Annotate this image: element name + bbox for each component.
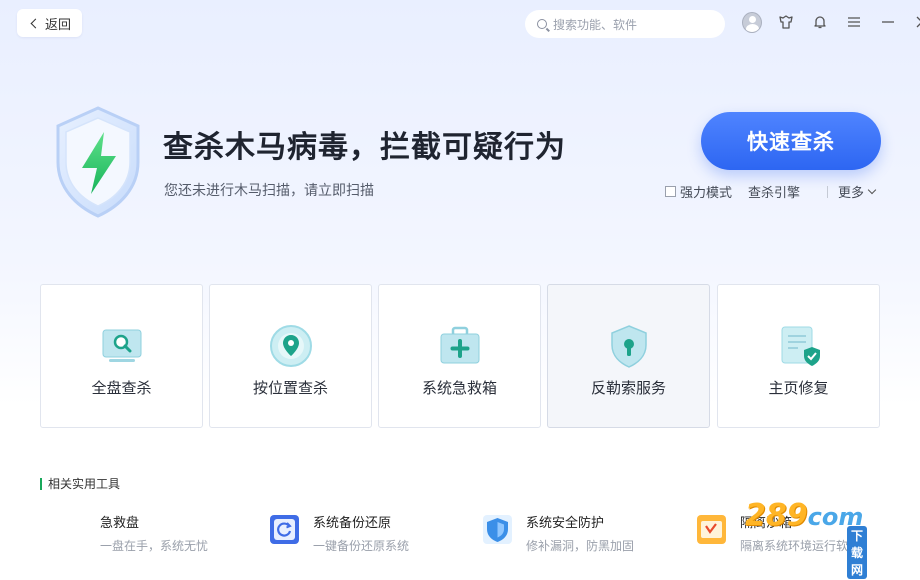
quick-scan-button[interactable]: 快速查杀: [701, 112, 881, 170]
tool-desc: 修补漏洞，防黑加固: [526, 539, 635, 553]
watermark-site-name: 下载网: [847, 526, 868, 579]
notification-button[interactable]: [810, 12, 830, 32]
search-placeholder: 搜索功能、软件: [553, 17, 638, 32]
strong-mode-checkbox[interactable]: 强力模式: [665, 182, 732, 201]
strong-mode-label: 强力模式: [680, 186, 733, 201]
tool-name: 急救盘: [100, 516, 140, 531]
card-label: 全盘查杀: [91, 379, 152, 397]
tool-system-protection[interactable]: 系统安全防护 修补漏洞，防黑加固: [482, 512, 634, 554]
tool-desc: 一盘在手，系统无忧: [100, 539, 209, 553]
card-anti-ransomware[interactable]: 反勒索服务: [547, 284, 710, 428]
search-input[interactable]: 搜索功能、软件: [525, 10, 725, 38]
divider: [827, 185, 829, 198]
card-label: 主页修复: [768, 379, 829, 397]
avatar[interactable]: [742, 11, 762, 33]
page-title: 查杀木马病毒，拦截可疑行为: [163, 130, 566, 165]
close-button[interactable]: [912, 12, 920, 32]
skin-button[interactable]: [776, 12, 796, 32]
tool-system-backup[interactable]: 系统备份还原 一键备份还原系统: [269, 512, 409, 554]
more-label: 更多: [838, 186, 865, 201]
first-aid-kit-icon: [440, 326, 479, 364]
user-icon: [742, 11, 762, 33]
chevron-down-icon: [867, 185, 877, 194]
window-controls: [742, 11, 920, 33]
bell-icon: [814, 16, 826, 29]
location-pin-icon: [269, 325, 312, 367]
tool-text: 急救盘 一盘在手，系统无忧: [100, 512, 208, 554]
page-check-icon: [781, 326, 820, 366]
tool-text: 系统备份还原 一键备份还原系统: [313, 512, 409, 554]
card-full-scan[interactable]: 全盘查杀: [40, 284, 203, 428]
tool-desc: 隔离系统环境运行软件: [740, 539, 861, 553]
shield-lightning-icon: [56, 106, 140, 218]
tool-name: 系统备份还原: [313, 516, 392, 531]
back-label: 返回: [44, 17, 71, 33]
menu-button[interactable]: [844, 12, 864, 32]
tool-text: 系统安全防护 修补漏洞，防黑加固: [526, 512, 634, 554]
minimize-button[interactable]: [878, 12, 898, 32]
tool-desc: 一键备份还原系统: [313, 539, 410, 553]
backup-restore-icon: [270, 515, 299, 544]
watermark-number: 289: [745, 498, 808, 533]
section-title-text: 相关实用工具: [48, 477, 121, 491]
close-icon: [916, 16, 920, 28]
sandbox-icon: [697, 515, 726, 544]
search-icon: [537, 19, 547, 29]
card-location-scan[interactable]: 按位置查杀: [209, 284, 372, 428]
tool-name: 系统安全防护: [526, 516, 605, 531]
watermark: 289 com 下载网: [745, 498, 868, 579]
shield-lock-icon: [610, 325, 647, 368]
scan-engine-link[interactable]: 查杀引擎: [748, 182, 800, 201]
section-title: 相关实用工具: [40, 475, 120, 492]
scan-options: 强力模式 查杀引擎 更多: [665, 182, 877, 201]
back-button[interactable]: 返回: [17, 9, 82, 37]
card-label: 系统急救箱: [421, 379, 497, 397]
title-bar: 返回 搜索功能、软件: [0, 0, 920, 46]
monitor-search-icon: [102, 329, 141, 362]
minimize-icon: [882, 21, 894, 23]
card-homepage-repair[interactable]: 主页修复: [717, 284, 880, 428]
card-label: 反勒索服务: [590, 379, 666, 397]
menu-icon: [848, 17, 860, 27]
card-label: 按位置查杀: [252, 379, 328, 397]
shield-protection-icon: [483, 515, 512, 544]
scan-status-text: 您还未进行木马扫描，请立即扫描: [164, 183, 374, 199]
tool-rescue-disk[interactable]: 急救盘 一盘在手，系统无忧: [100, 512, 208, 554]
shirt-icon: [779, 15, 793, 29]
section-marker: [40, 477, 42, 490]
card-system-rescue[interactable]: 系统急救箱: [378, 284, 541, 428]
more-dropdown[interactable]: 更多: [838, 182, 877, 201]
chevron-left-icon: [30, 18, 41, 28]
checkbox-icon: [665, 186, 676, 197]
